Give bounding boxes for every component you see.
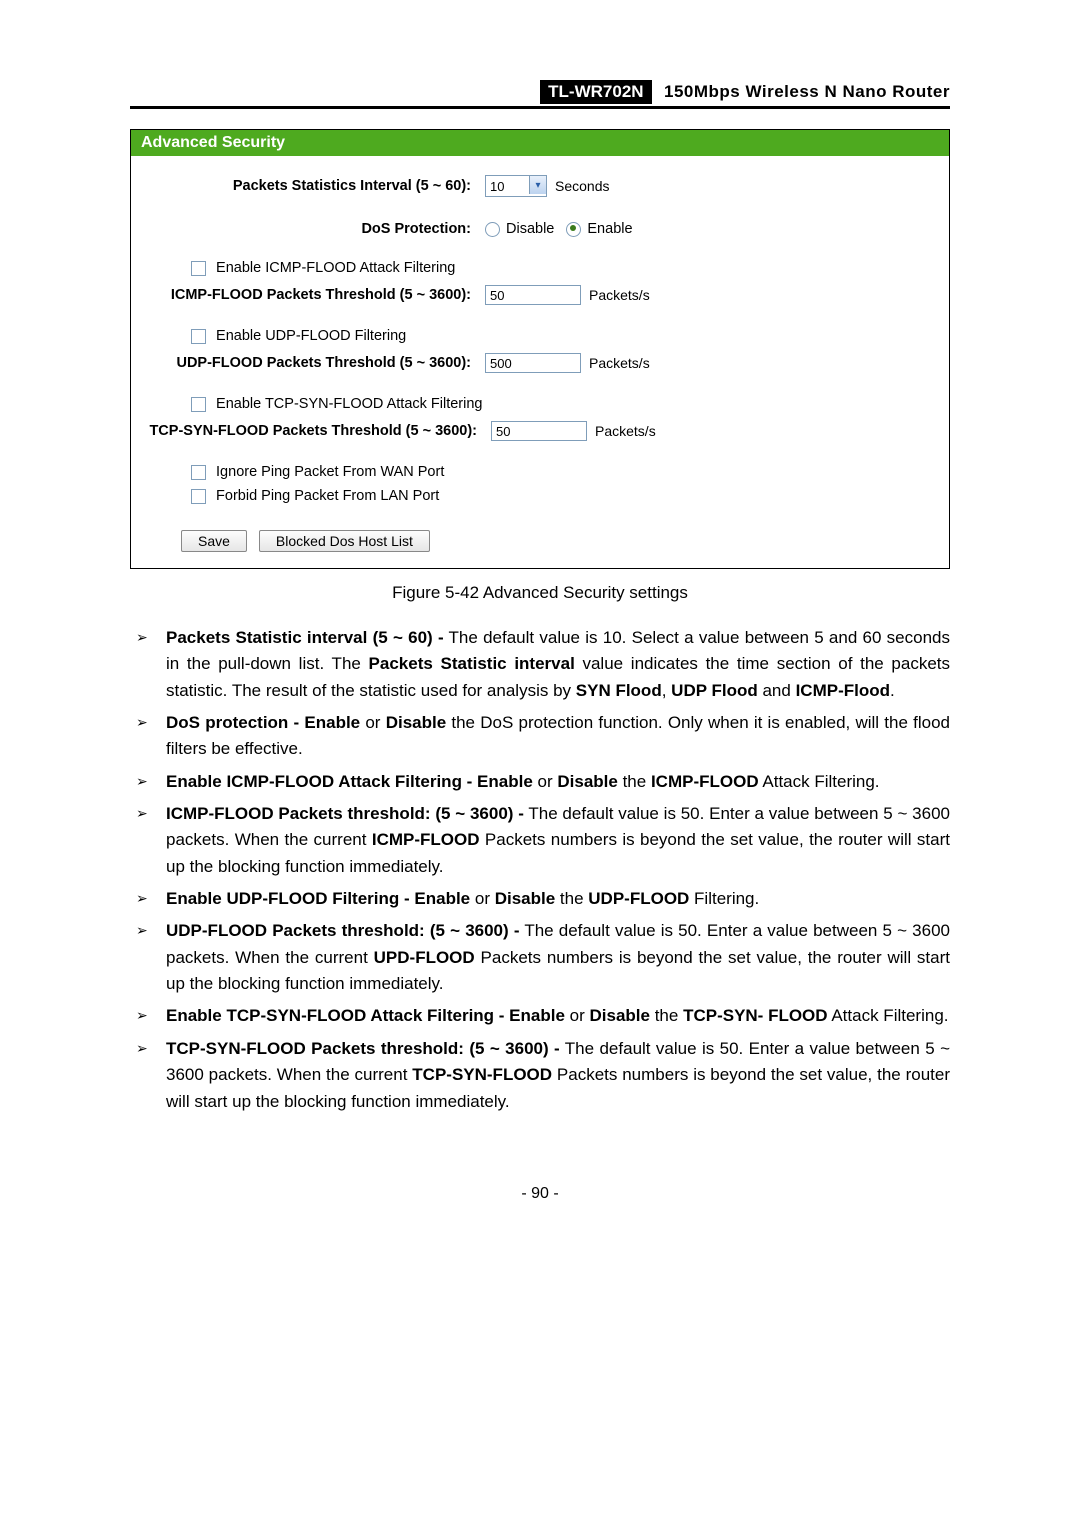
forbid-lan-ping-checkbox[interactable]	[191, 489, 206, 504]
advanced-security-figure: Advanced Security Packets Statistics Int…	[130, 129, 950, 569]
blocked-dos-host-list-button[interactable]: Blocked Dos Host List	[259, 530, 430, 552]
seconds-unit: Seconds	[555, 178, 609, 194]
bullet-item: ➢TCP-SYN-FLOOD Packets threshold: (5 ~ 3…	[130, 1036, 950, 1115]
tcp-thresh-input[interactable]: 50	[491, 421, 587, 441]
icmp-flood-checkbox[interactable]	[191, 261, 206, 276]
bullet-marker: ➢	[130, 1036, 166, 1115]
bullet-item: ➢Packets Statistic interval (5 ~ 60) - T…	[130, 625, 950, 704]
udp-flood-cb-label: Enable UDP-FLOOD Filtering	[216, 328, 406, 344]
bullet-text: Enable TCP-SYN-FLOOD Attack Filtering - …	[166, 1003, 950, 1029]
bullet-item: ➢UDP-FLOOD Packets threshold: (5 ~ 3600)…	[130, 918, 950, 997]
forbid-lan-ping-label: Forbid Ping Packet From LAN Port	[216, 488, 439, 504]
tcp-syn-flood-checkbox[interactable]	[191, 397, 206, 412]
chevron-down-icon[interactable]: ▾	[529, 176, 546, 194]
dos-enable-radio[interactable]	[566, 222, 581, 237]
udp-pps-unit: Packets/s	[589, 355, 650, 371]
page-number: - 90 -	[130, 1185, 950, 1203]
save-button[interactable]: Save	[181, 530, 247, 552]
bullet-list: ➢Packets Statistic interval (5 ~ 60) - T…	[130, 625, 950, 1115]
bullet-marker: ➢	[130, 886, 166, 912]
bullet-text: Packets Statistic interval (5 ~ 60) - Th…	[166, 625, 950, 704]
bullet-item: ➢Enable UDP-FLOOD Filtering - Enable or …	[130, 886, 950, 912]
bullet-text: ICMP-FLOOD Packets threshold: (5 ~ 3600)…	[166, 801, 950, 880]
packets-interval-value: 10	[490, 179, 504, 194]
bullet-marker: ➢	[130, 1003, 166, 1029]
bullet-item: ➢DoS protection - Enable or Disable the …	[130, 710, 950, 763]
page-header: TL-WR702N 150Mbps Wireless N Nano Router	[130, 80, 950, 109]
bullet-item: ➢Enable TCP-SYN-FLOOD Attack Filtering -…	[130, 1003, 950, 1029]
bullet-marker: ➢	[130, 918, 166, 997]
bullet-marker: ➢	[130, 625, 166, 704]
ignore-wan-ping-label: Ignore Ping Packet From WAN Port	[216, 464, 444, 480]
figure-caption: Figure 5-42 Advanced Security settings	[130, 583, 950, 603]
bullet-text: UDP-FLOOD Packets threshold: (5 ~ 3600) …	[166, 918, 950, 997]
dos-disable-radio[interactable]	[485, 222, 500, 237]
tcp-syn-flood-cb-label: Enable TCP-SYN-FLOOD Attack Filtering	[216, 396, 482, 412]
bullet-text: DoS protection - Enable or Disable the D…	[166, 710, 950, 763]
icmp-flood-cb-label: Enable ICMP-FLOOD Attack Filtering	[216, 260, 455, 276]
icmp-pps-unit: Packets/s	[589, 287, 650, 303]
tcp-thresh-label: TCP-SYN-FLOOD Packets Threshold (5 ~ 360…	[131, 423, 491, 439]
model-desc: 150Mbps Wireless N Nano Router	[664, 82, 950, 101]
bullet-item: ➢ICMP-FLOOD Packets threshold: (5 ~ 3600…	[130, 801, 950, 880]
dos-enable-text: Enable	[587, 221, 632, 237]
bullet-text: Enable UDP-FLOOD Filtering - Enable or D…	[166, 886, 950, 912]
udp-flood-checkbox[interactable]	[191, 329, 206, 344]
icmp-thresh-input[interactable]: 50	[485, 285, 581, 305]
bullet-item: ➢Enable ICMP-FLOOD Attack Filtering - En…	[130, 769, 950, 795]
dos-disable-text: Disable	[506, 221, 554, 237]
bullet-text: TCP-SYN-FLOOD Packets threshold: (5 ~ 36…	[166, 1036, 950, 1115]
bullet-marker: ➢	[130, 710, 166, 763]
packets-interval-label: Packets Statistics Interval (5 ~ 60):	[131, 178, 485, 194]
model-badge: TL-WR702N	[540, 80, 651, 104]
udp-thresh-label: UDP-FLOOD Packets Threshold (5 ~ 3600):	[131, 355, 485, 371]
bullet-marker: ➢	[130, 801, 166, 880]
udp-thresh-input[interactable]: 500	[485, 353, 581, 373]
bullet-marker: ➢	[130, 769, 166, 795]
tcp-pps-unit: Packets/s	[595, 423, 656, 439]
ignore-wan-ping-checkbox[interactable]	[191, 465, 206, 480]
bullet-text: Enable ICMP-FLOOD Attack Filtering - Ena…	[166, 769, 950, 795]
figure-title: Advanced Security	[131, 130, 949, 156]
packets-interval-select[interactable]: 10 ▾	[485, 175, 547, 197]
dos-protection-label: DoS Protection:	[131, 221, 485, 237]
icmp-thresh-label: ICMP-FLOOD Packets Threshold (5 ~ 3600):	[131, 287, 485, 303]
